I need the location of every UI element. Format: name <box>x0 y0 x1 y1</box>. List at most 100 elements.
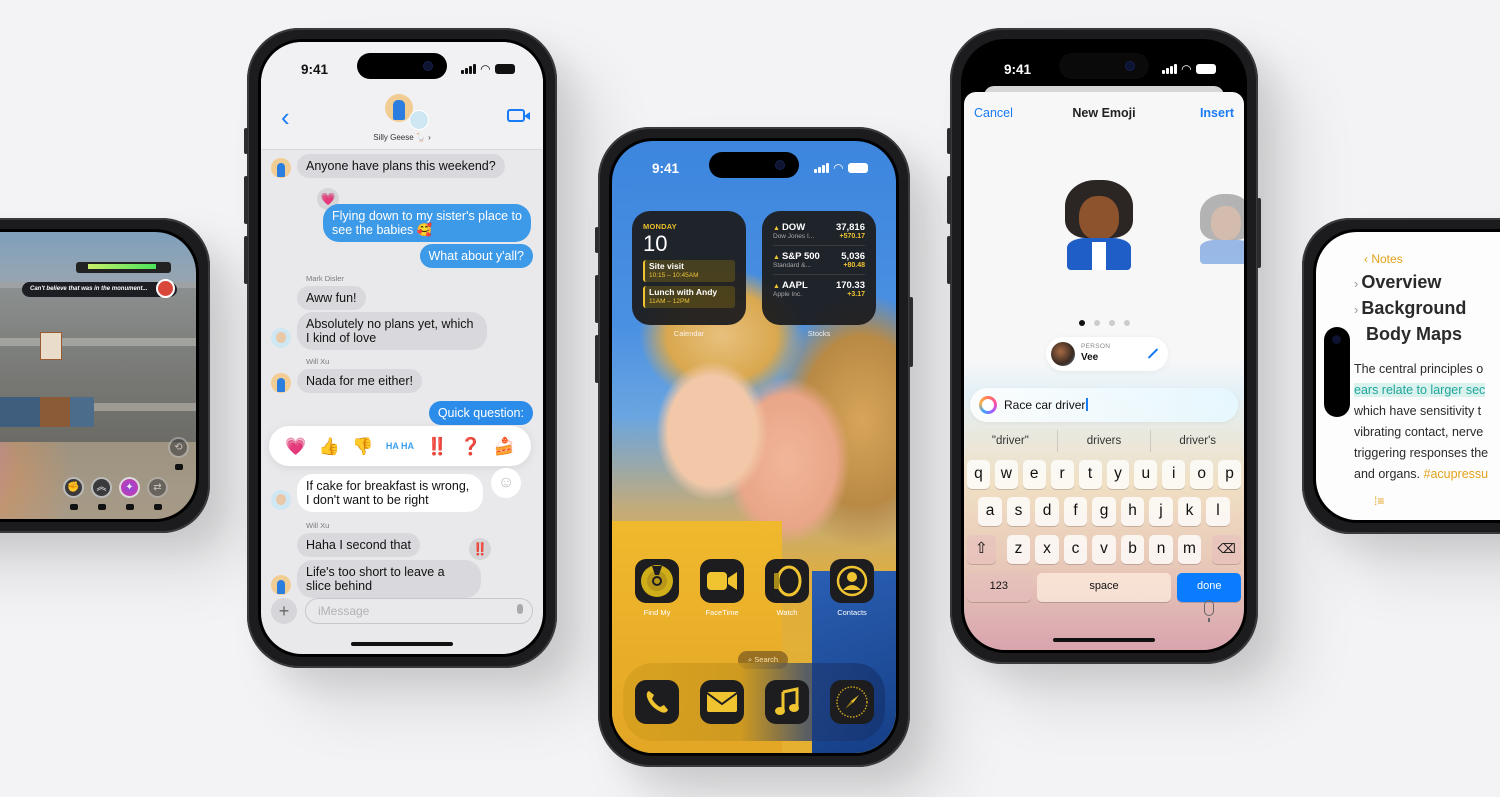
message-bubble[interactable]: Absolutely no plans yet, which I kind of… <box>297 312 487 350</box>
numbers-key[interactable]: 123 <box>967 573 1031 602</box>
key-n[interactable]: n <box>1149 535 1173 564</box>
stock-row[interactable]: ▲ AAPL Apple Inc. 170.33 +3.17 <box>773 280 865 303</box>
suggestion[interactable]: "driver" <box>964 430 1058 452</box>
stock-row[interactable]: ▲ S&P 500 Standard &... 5,036 +80.48 <box>773 251 865 275</box>
genmoji-alternate[interactable] <box>1196 194 1244 264</box>
genmoji-preview[interactable] <box>1059 180 1139 270</box>
section-heading[interactable]: Body Maps <box>1366 324 1462 345</box>
key-o[interactable]: o <box>1190 460 1214 489</box>
heart-tapback-icon[interactable]: 💗 <box>285 438 306 455</box>
thumbs-up-tapback-icon[interactable]: 👍 <box>319 438 340 455</box>
special-button[interactable]: ⟲ <box>168 437 189 458</box>
emoji-prompt-input[interactable]: Race car driver <box>970 388 1238 422</box>
facetime-app[interactable] <box>700 559 744 603</box>
chevron-up-icon[interactable]: ︽ <box>91 477 112 498</box>
key-q[interactable]: q <box>966 460 990 489</box>
key-k[interactable]: k <box>1177 497 1202 526</box>
message-bubble[interactable]: Flying down to my sister's place to see … <box>323 204 531 242</box>
key-j[interactable]: j <box>1149 497 1173 526</box>
key-g[interactable]: g <box>1092 497 1116 526</box>
pencil-icon[interactable] <box>1147 348 1159 359</box>
key-v[interactable]: v <box>1092 535 1116 564</box>
plus-icon[interactable]: + <box>271 598 297 624</box>
suggestion[interactable]: drivers <box>1058 430 1152 452</box>
page-dot[interactable] <box>1123 320 1130 326</box>
microphone-icon[interactable] <box>1204 600 1214 622</box>
checklist-icon[interactable]: ⁞≡ <box>1374 494 1384 508</box>
key-e[interactable]: e <box>1022 460 1046 489</box>
notes-back-button[interactable]: ‹ Notes <box>1364 252 1403 266</box>
key-p[interactable]: p <box>1218 460 1242 489</box>
key-i[interactable]: i <box>1162 460 1186 489</box>
hashtag[interactable]: #acupressu <box>1424 467 1489 481</box>
message-bubble[interactable]: If cake for breakfast is wrong, I don't … <box>297 474 483 512</box>
done-key[interactable]: done <box>1177 573 1241 602</box>
key-f[interactable]: f <box>1063 497 1088 526</box>
key-t[interactable]: t <box>1078 460 1102 489</box>
note-body[interactable]: The central principles o ears relate to … <box>1354 359 1500 485</box>
suggestion[interactable]: driver's <box>1151 430 1244 452</box>
key-m[interactable]: m <box>1177 535 1202 564</box>
message-bubble[interactable]: Life's too short to leave a slice behind <box>297 560 481 598</box>
stocks-widget[interactable]: ▲ DOW Dow Jones I... 37,816 +570.17 ▲ S&P 50… <box>762 211 876 325</box>
safari-app[interactable] <box>830 680 874 724</box>
person-chip[interactable]: PERSON Vee <box>1046 337 1168 371</box>
key-b[interactable]: b <box>1120 535 1145 564</box>
microphone-icon[interactable] <box>517 604 523 614</box>
question-tapback-icon[interactable]: ❓ <box>460 438 481 455</box>
watch-app[interactable] <box>765 559 809 603</box>
group-name[interactable]: Silly Geese 🪿 › <box>261 133 543 142</box>
insert-button[interactable]: Insert <box>1200 106 1234 120</box>
key-u[interactable]: u <box>1134 460 1158 489</box>
stock-symbol: S&P 500 <box>781 251 820 262</box>
key-a[interactable]: a <box>978 497 1002 526</box>
key-z[interactable]: z <box>1006 535 1031 564</box>
exclamation-reaction-icon: ‼️ <box>469 538 491 560</box>
message-input[interactable]: iMessage <box>305 598 533 624</box>
section-heading[interactable]: › Background <box>1354 298 1466 319</box>
calendar-event[interactable]: Lunch with Andy 11AM – 12PM <box>643 286 735 308</box>
calendar-widget[interactable]: MONDAY 10 Site visit 10:15 – 10:45AM Lun… <box>632 211 746 325</box>
calendar-event[interactable]: Site visit 10:15 – 10:45AM <box>643 260 735 282</box>
shift-icon[interactable]: ⇧ <box>967 535 996 564</box>
find-my-app[interactable] <box>635 559 679 603</box>
key-s[interactable]: s <box>1006 497 1031 526</box>
page-dot[interactable] <box>1078 320 1085 326</box>
space-key[interactable]: space <box>1036 573 1172 602</box>
message-bubble[interactable]: Quick question: <box>428 401 533 425</box>
fist-icon[interactable]: ✊ <box>63 477 84 498</box>
key-y[interactable]: y <box>1106 460 1130 489</box>
video-call-icon[interactable] <box>507 109 530 122</box>
cake-tapback-icon[interactable]: 🍰 <box>494 438 515 455</box>
key-c[interactable]: c <box>1063 535 1088 564</box>
stock-row[interactable]: ▲ DOW Dow Jones I... 37,816 +570.17 <box>773 222 865 246</box>
key-l[interactable]: l <box>1206 497 1230 526</box>
contacts-app[interactable] <box>830 559 874 603</box>
add-sticker-icon[interactable]: ☺ <box>491 468 521 498</box>
key-h[interactable]: h <box>1120 497 1145 526</box>
message-bubble[interactable]: Anyone have plans this weekend? <box>297 154 505 178</box>
page-indicator[interactable] <box>964 320 1244 326</box>
page-dot[interactable] <box>1108 320 1115 326</box>
key-w[interactable]: w <box>994 460 1018 489</box>
swap-icon[interactable]: ⇄ <box>147 477 168 498</box>
thumbs-down-tapback-icon[interactable]: 👎 <box>352 438 373 455</box>
message-bubble[interactable]: Haha I second that <box>297 533 420 557</box>
mail-app[interactable] <box>700 680 744 724</box>
message-bubble[interactable]: What about y'all? <box>419 244 533 268</box>
back-chevron-icon[interactable]: ‹ <box>281 104 290 130</box>
message-bubble[interactable]: Nada for me either! <box>297 369 422 393</box>
key-x[interactable]: x <box>1035 535 1059 564</box>
page-dot[interactable] <box>1093 320 1100 326</box>
phone-game: Can't believe that was in the monument..… <box>0 218 210 533</box>
exclamation-tapback-icon[interactable]: ‼️ <box>426 438 447 455</box>
message-bubble[interactable]: Aww fun! <box>297 286 366 310</box>
haha-tapback-icon[interactable]: HA HA <box>386 441 414 451</box>
star-burst-icon[interactable]: ✦ <box>119 477 140 498</box>
key-r[interactable]: r <box>1050 460 1074 489</box>
key-d[interactable]: d <box>1035 497 1059 526</box>
section-heading[interactable]: › Overview <box>1354 272 1441 293</box>
delete-icon[interactable]: ⌫ <box>1212 535 1241 564</box>
music-app[interactable] <box>765 680 809 724</box>
phone-app[interactable] <box>635 680 679 724</box>
